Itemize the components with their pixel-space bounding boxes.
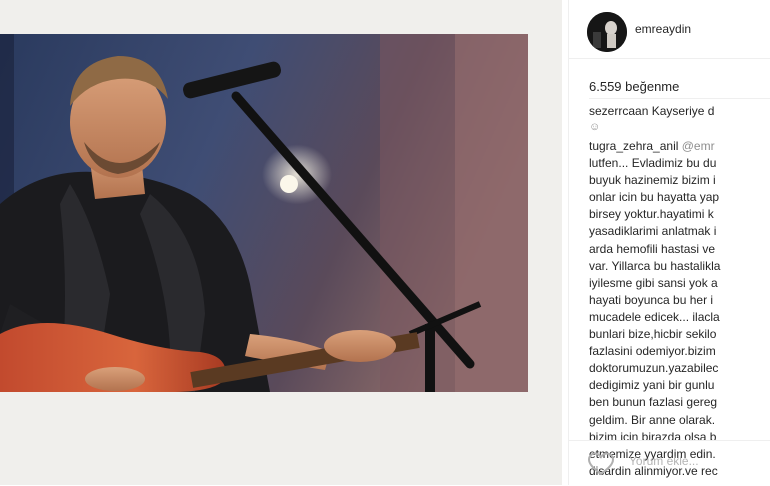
comment-input[interactable]: Yorum ekle... (629, 454, 699, 468)
comment-line: arda hemofili hastasi ve (589, 241, 716, 256)
comment-line: mucadele edicek... ilacla (589, 309, 720, 324)
comment-line: onlar icin bu hayatta yap (589, 190, 720, 205)
comment-line: birsey yoktur.hayatimi k (589, 207, 714, 222)
avatar-image (587, 12, 627, 52)
comment-line: iyilesme gibi sansi yok a (589, 275, 718, 290)
comment-line: yasadiklarimi anlatmak i (589, 224, 717, 239)
like-count[interactable]: 6.559 beğenme (589, 79, 679, 94)
comment-line: var. Yillarca bu hastalikla (589, 258, 721, 273)
comment-line: dedigimiz yani bir gunlu (589, 378, 715, 393)
photo-frame (0, 34, 528, 392)
heart-outline-icon[interactable] (587, 451, 615, 477)
comment-line: ben bunun fazlasi gereg (589, 395, 718, 410)
comment-composer: Yorum ekle... (569, 440, 770, 486)
comment-line: hayati boyunca bu her i (589, 292, 714, 307)
comment-item: tugra_zehra_anil @emr lutfen... Evladimi… (589, 138, 770, 480)
comment-line: bunlari bize,hicbir sekilo (589, 327, 717, 342)
post-photo[interactable] (0, 34, 528, 392)
post-username[interactable]: emreaydin (635, 22, 691, 36)
comment-text: Kayseriye d (651, 104, 715, 118)
comment-line: geldim. Bir anne olarak. (589, 412, 716, 427)
comment-line: lutfen... Evladimiz bu du (589, 156, 717, 171)
smile-emoji: ☺ (589, 121, 601, 133)
photo-pane (0, 0, 562, 485)
comment-username[interactable]: sezerrcaan (589, 104, 648, 118)
comment-line: buyuk hazinemiz bizim i (589, 173, 716, 188)
post-header: emreaydin (569, 0, 770, 59)
avatar[interactable] (587, 12, 627, 52)
comment-line: fazlasini odemiyor.bizim (589, 344, 716, 359)
comment-line-1: tugra_zehra_anil @emr (589, 138, 770, 155)
comment-item: sezerrcaan Kayseriye d (589, 103, 770, 119)
comment-text: @emr (681, 139, 715, 153)
divider (589, 98, 770, 99)
comment-username[interactable]: tugra_zehra_anil (589, 139, 678, 153)
comment-line: doktorumuzun.yazabilec (589, 361, 719, 376)
comment-panel: emreaydin 6.559 beğenme sezerrcaan Kayse… (568, 0, 770, 485)
